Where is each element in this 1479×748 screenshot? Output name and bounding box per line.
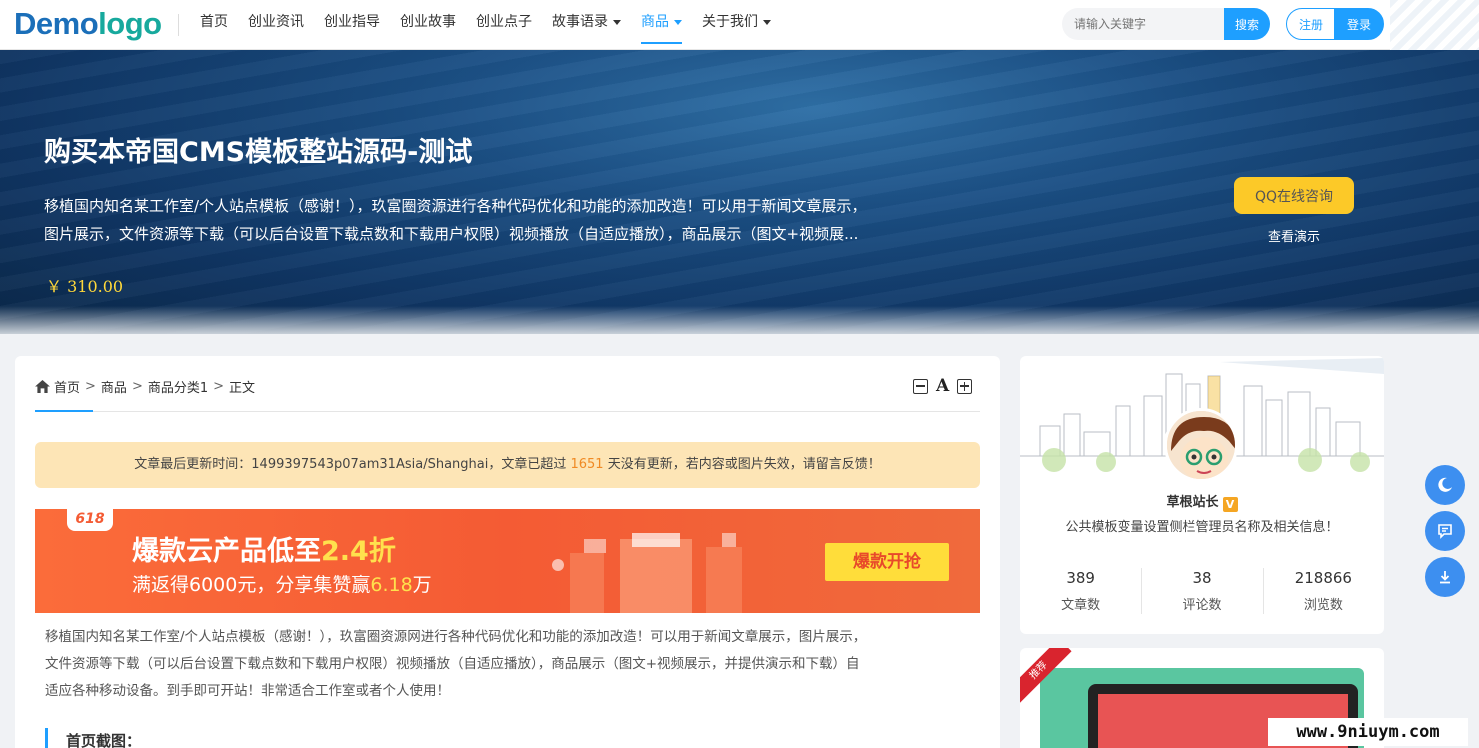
ad-headline: 爆款云产品低至2.4折 bbox=[132, 536, 396, 567]
author-name: 草根站长 V bbox=[1020, 491, 1384, 512]
author-description: 公共模板变量设置侧栏管理员名称及相关信息！ bbox=[1065, 520, 1339, 535]
stat-comments: 38 评论数 bbox=[1141, 568, 1262, 614]
view-demo-link[interactable]: 查看演示 bbox=[1234, 226, 1354, 245]
font-reset-icon[interactable]: A bbox=[936, 376, 949, 396]
chevron-down-icon bbox=[613, 19, 621, 25]
nav-item-products[interactable]: 商品 bbox=[631, 0, 692, 50]
breadcrumb-underline bbox=[35, 410, 93, 412]
product-price: ￥ 310.00 bbox=[46, 277, 124, 296]
stat-articles: 389 文章数 bbox=[1061, 569, 1101, 613]
article-card: 首页 > 商品 > 商品分类1 > 正文 A 文章最后更新时间：14993975… bbox=[15, 356, 1000, 748]
author-avatar[interactable] bbox=[1164, 408, 1238, 482]
font-increase-icon[interactable] bbox=[957, 378, 973, 394]
download-button[interactable] bbox=[1425, 557, 1465, 597]
font-size-tools: A bbox=[913, 376, 973, 396]
section-heading: 首页截图： bbox=[45, 728, 141, 748]
header-decoration bbox=[1390, 0, 1479, 50]
moon-icon bbox=[1438, 477, 1452, 492]
product-summary: 移植国内知名某工作室/个人站点模板（感谢！），玖富圈资源进行各种代码优化和功能的… bbox=[44, 197, 867, 243]
stat-views: 218866 浏览数 bbox=[1262, 568, 1384, 614]
breadcrumb-divider bbox=[35, 411, 980, 412]
nav-item-quotes[interactable]: 故事语录 bbox=[542, 0, 631, 50]
ad-illustration bbox=[552, 533, 742, 613]
ad-cta-button[interactable]: 爆款开抢 bbox=[825, 543, 949, 581]
comment-button[interactable] bbox=[1425, 511, 1465, 551]
product-banner: 购买本帝国CMS模板整站源码-测试 移植国内知名某工作室/个人站点模板（感谢！）… bbox=[0, 50, 1479, 334]
chevron-down-icon bbox=[763, 19, 771, 25]
nav-item-guide[interactable]: 创业指导 bbox=[314, 0, 390, 50]
verified-badge: V bbox=[1222, 497, 1238, 512]
breadcrumb-products[interactable]: 商品 bbox=[101, 377, 127, 396]
product-title: 购买本帝国CMS模板整站源码-测试 bbox=[44, 137, 473, 168]
site-logo[interactable]: Demologo bbox=[14, 6, 162, 42]
ad-618-tag: 618 bbox=[67, 509, 113, 531]
download-icon bbox=[1440, 571, 1450, 584]
breadcrumb-home[interactable]: 首页 bbox=[54, 377, 80, 396]
promo-ad-banner[interactable]: 618 爆款云产品低至2.4折 满返得6000元，分享集赞赢6.18万 爆款开抢 bbox=[35, 509, 980, 613]
breadcrumb: 首页 > 商品 > 商品分类1 > 正文 bbox=[35, 377, 255, 396]
search-button[interactable]: 搜索 bbox=[1224, 8, 1270, 40]
main-nav: 首页 创业资讯 创业指导 创业故事 创业点子 故事语录 商品 关于我们 bbox=[190, 0, 781, 50]
nav-item-news[interactable]: 创业资讯 bbox=[238, 0, 314, 50]
breadcrumb-category[interactable]: 商品分类1 bbox=[148, 377, 208, 396]
home-icon bbox=[35, 380, 50, 393]
register-button[interactable]: 注册 bbox=[1286, 8, 1336, 40]
comment-icon bbox=[1438, 524, 1452, 539]
site-watermark: www.9niuym.com bbox=[1268, 718, 1468, 746]
nav-item-stories[interactable]: 创业故事 bbox=[390, 0, 466, 50]
chevron-down-icon bbox=[674, 19, 682, 25]
font-decrease-icon[interactable] bbox=[913, 378, 928, 394]
logo-divider bbox=[178, 14, 179, 36]
dark-mode-button[interactable] bbox=[1425, 465, 1465, 505]
breadcrumb-current: 正文 bbox=[229, 381, 256, 396]
login-button[interactable]: 登录 bbox=[1334, 8, 1384, 40]
author-card: 草根站长 V 公共模板变量设置侧栏管理员名称及相关信息！ 389 文章数 38 评… bbox=[1020, 356, 1384, 634]
nav-item-ideas[interactable]: 创业点子 bbox=[466, 0, 542, 50]
search-input[interactable] bbox=[1062, 8, 1228, 40]
article-body: 移植国内知名某工作室/个人站点模板（感谢！），玖富圈资源网进行各种代码优化和功能… bbox=[45, 629, 867, 699]
top-header: Demologo 首页 创业资讯 创业指导 创业故事 创业点子 故事语录 商品 … bbox=[0, 0, 1479, 50]
author-stats: 389 文章数 38 评论数 218866 浏览数 bbox=[1020, 568, 1384, 614]
nav-item-home[interactable]: 首页 bbox=[190, 0, 238, 50]
update-notice: 文章最后更新时间：1499397543p07am31Asia/Shanghai，… bbox=[35, 442, 980, 488]
nav-item-about[interactable]: 关于我们 bbox=[692, 0, 781, 50]
ad-subline: 满返得6000元，分享集赞赢6.18万 bbox=[132, 574, 432, 596]
qq-consult-button[interactable]: QQ在线咨询 bbox=[1234, 177, 1354, 214]
